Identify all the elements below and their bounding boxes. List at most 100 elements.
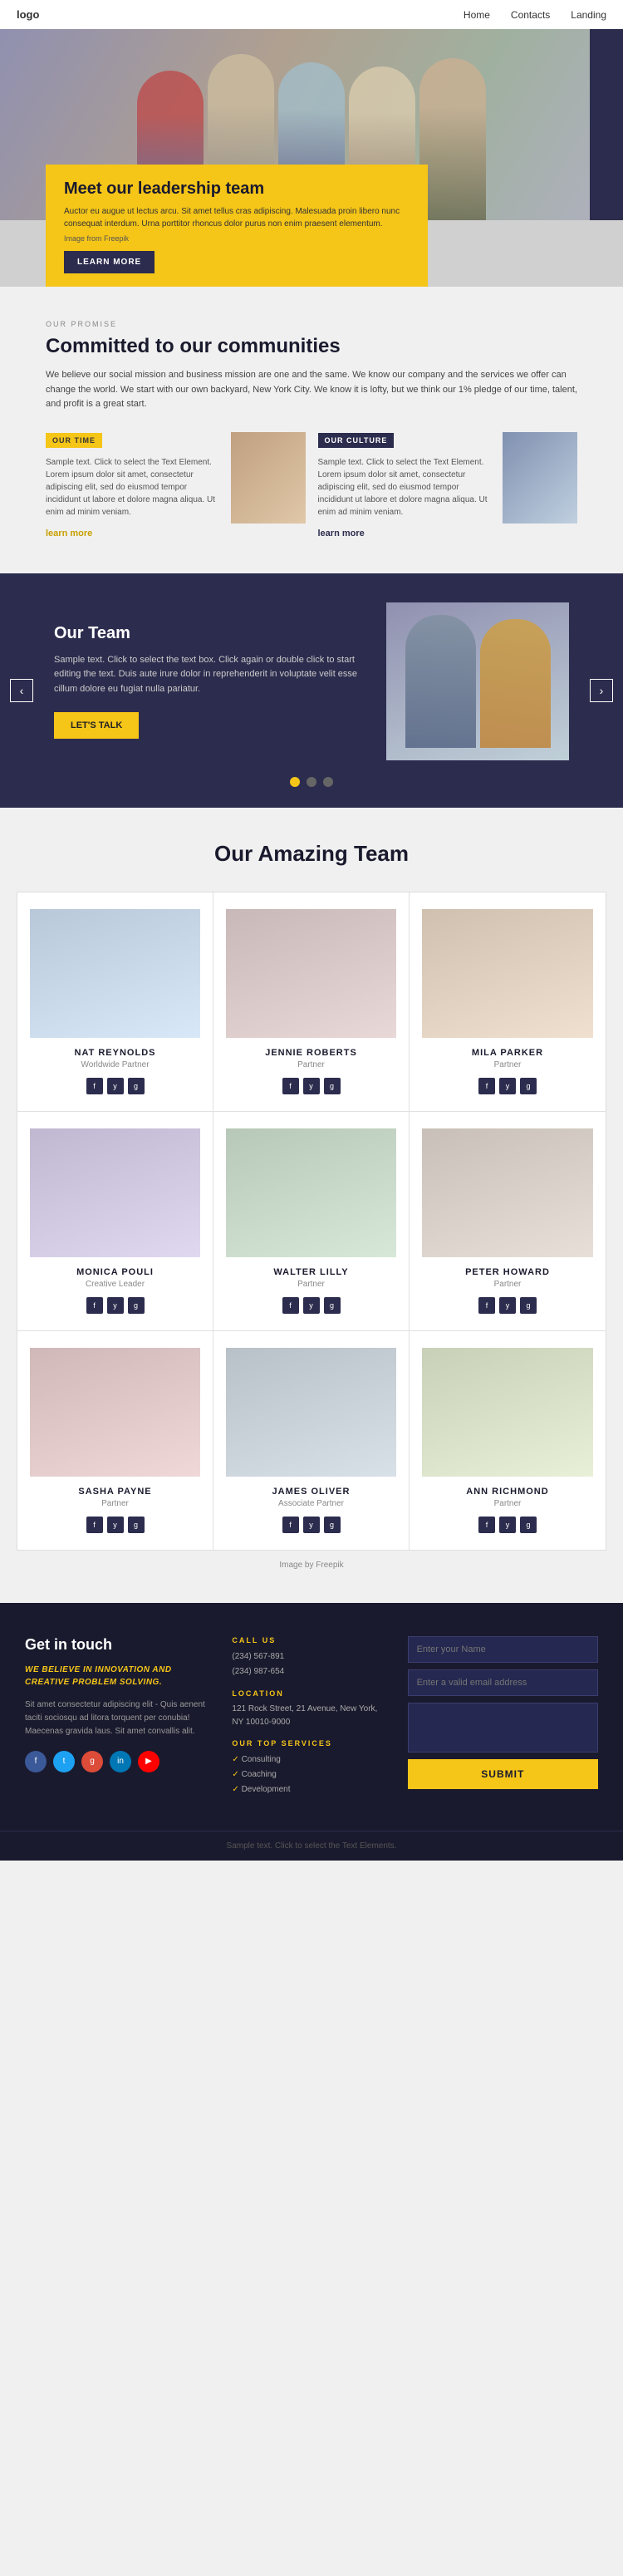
google-icon[interactable]: g — [324, 1297, 341, 1314]
footer-tagline: WE BELIEVE IN INNOVATION AND CREATIVE PR… — [25, 1664, 215, 1689]
team-card-monica: MONICA POULI Creative Leader f y g — [17, 1112, 213, 1330]
twitter-icon[interactable]: y — [303, 1297, 320, 1314]
dot-2[interactable] — [307, 777, 316, 787]
phone-1: (234) 567-891 — [232, 1649, 390, 1664]
footer-col-form: SUBMIT — [408, 1636, 598, 1789]
google-icon[interactable]: g — [520, 1297, 537, 1314]
our-time-link[interactable]: learn more — [46, 528, 92, 538]
facebook-icon[interactable]: f — [86, 1297, 103, 1314]
service-3: ✓ Development — [232, 1782, 390, 1797]
address: 121 Rock Street, 21 Avenue, New York, NY… — [232, 1703, 390, 1729]
google-icon[interactable]: g — [128, 1297, 145, 1314]
team-role-monica: Creative Leader — [30, 1280, 200, 1289]
nav-home[interactable]: Home — [464, 9, 490, 21]
twitter-icon[interactable]: y — [499, 1078, 516, 1094]
team-title: Our Amazing Team — [17, 841, 606, 867]
twitter-icon[interactable]: y — [107, 1078, 124, 1094]
team-image-credit: Image by Freepik — [17, 1561, 606, 1570]
team-name-monica: MONICA POULI — [30, 1267, 200, 1277]
team-photo-nat — [30, 909, 200, 1038]
our-time-content: OUR TIME Sample text. Click to select th… — [46, 432, 223, 540]
message-input[interactable] — [408, 1703, 598, 1753]
team-name-mila: MILA PARKER — [422, 1048, 593, 1058]
footer-title: Get in touch — [25, 1636, 215, 1654]
dot-3[interactable] — [323, 777, 333, 787]
team-card-james: JAMES OLIVER Associate Partner f y g — [213, 1331, 410, 1550]
our-culture-content: OUR CULTURE Sample text. Click to select… — [318, 432, 495, 540]
twitter-icon[interactable]: y — [303, 1517, 320, 1533]
slider-dots — [17, 777, 606, 787]
team-photo-walter — [226, 1128, 396, 1257]
facebook-icon[interactable]: f — [282, 1297, 299, 1314]
learn-more-button[interactable]: LEARN MORE — [64, 251, 155, 273]
team-card-mila: MILA PARKER Partner f y g — [410, 892, 606, 1111]
phone-2: (234) 987-654 — [232, 1664, 390, 1679]
footer-linkedin-icon[interactable]: in — [110, 1751, 131, 1772]
facebook-icon[interactable]: f — [478, 1078, 495, 1094]
team-row-2: MONICA POULI Creative Leader f y g WALTE… — [17, 1112, 606, 1331]
promise-section: OUR PROMISE Committed to our communities… — [0, 287, 623, 573]
team-photo-james — [226, 1348, 396, 1477]
footer-twitter-icon[interactable]: t — [53, 1751, 75, 1772]
footer-youtube-icon[interactable]: ▶ — [138, 1751, 159, 1772]
team-card-peter: PETER HOWARD Partner f y g — [410, 1112, 606, 1330]
team-card-nat: NAT REYNOLDS Worldwide Partner f y g — [17, 892, 213, 1111]
twitter-icon[interactable]: y — [499, 1297, 516, 1314]
twitter-icon[interactable]: y — [107, 1297, 124, 1314]
slider-title: Our Team — [54, 624, 365, 643]
team-social-peter: f y g — [422, 1297, 593, 1314]
google-icon[interactable]: g — [520, 1517, 537, 1533]
promise-label: OUR PROMISE — [46, 320, 577, 328]
team-slider: ‹ › Our Team Sample text. Click to selec… — [0, 573, 623, 808]
slider-next-button[interactable]: › — [590, 679, 613, 702]
team-role-peter: Partner — [422, 1280, 593, 1289]
team-name-peter: PETER HOWARD — [422, 1267, 593, 1277]
twitter-icon[interactable]: y — [499, 1517, 516, 1533]
email-input[interactable] — [408, 1669, 598, 1696]
team-card-ann: ANN RICHMOND Partner f y g — [410, 1331, 606, 1550]
team-role-ann: Partner — [422, 1499, 593, 1508]
team-role-nat: Worldwide Partner — [30, 1060, 200, 1069]
our-culture-text: Sample text. Click to select the Text El… — [318, 456, 495, 519]
facebook-icon[interactable]: f — [478, 1297, 495, 1314]
google-icon[interactable]: g — [128, 1517, 145, 1533]
team-name-jennie: JENNIE ROBERTS — [226, 1048, 396, 1058]
google-icon[interactable]: g — [324, 1078, 341, 1094]
team-photo-jennie — [226, 909, 396, 1038]
twitter-icon[interactable]: y — [107, 1517, 124, 1533]
slider-text: Our Team Sample text. Click to select th… — [54, 624, 365, 739]
nav-landing[interactable]: Landing — [571, 9, 606, 21]
team-role-walter: Partner — [226, 1280, 396, 1289]
dot-1[interactable] — [290, 777, 300, 787]
submit-button[interactable]: SUBMIT — [408, 1759, 598, 1789]
our-time-card: OUR TIME Sample text. Click to select th… — [46, 432, 306, 540]
team-photo-ann — [422, 1348, 593, 1477]
team-card-walter: WALTER LILLY Partner f y g — [213, 1112, 410, 1330]
facebook-icon[interactable]: f — [478, 1517, 495, 1533]
hero-image-credit: Image from Freepik — [64, 234, 410, 243]
footer-facebook-icon[interactable]: f — [25, 1751, 47, 1772]
google-icon[interactable]: g — [324, 1517, 341, 1533]
facebook-icon[interactable]: f — [282, 1517, 299, 1533]
promise-description: We believe our social mission and busine… — [46, 368, 577, 412]
facebook-icon[interactable]: f — [282, 1078, 299, 1094]
nav-contacts[interactable]: Contacts — [511, 9, 550, 21]
our-time-label: OUR TIME — [46, 433, 102, 448]
team-social-walter: f y g — [226, 1297, 396, 1314]
footer-col-contact: Get in touch WE BELIEVE IN INNOVATION AN… — [25, 1636, 215, 1772]
google-icon[interactable]: g — [520, 1078, 537, 1094]
slider-content: Our Team Sample text. Click to select th… — [17, 602, 606, 760]
team-social-nat: f y g — [30, 1078, 200, 1094]
facebook-icon[interactable]: f — [86, 1517, 103, 1533]
footer-google-icon[interactable]: g — [81, 1751, 103, 1772]
twitter-icon[interactable]: y — [303, 1078, 320, 1094]
our-culture-label: OUR CULTURE — [318, 433, 395, 448]
facebook-icon[interactable]: f — [86, 1078, 103, 1094]
slider-prev-button[interactable]: ‹ — [10, 679, 33, 702]
lets-talk-button[interactable]: LET'S TALK — [54, 712, 139, 739]
our-culture-link[interactable]: learn more — [318, 528, 365, 538]
name-input[interactable] — [408, 1636, 598, 1663]
services-label: OUR TOP SERVICES — [232, 1739, 390, 1748]
google-icon[interactable]: g — [128, 1078, 145, 1094]
nav-links: Home Contacts Landing — [464, 9, 606, 21]
